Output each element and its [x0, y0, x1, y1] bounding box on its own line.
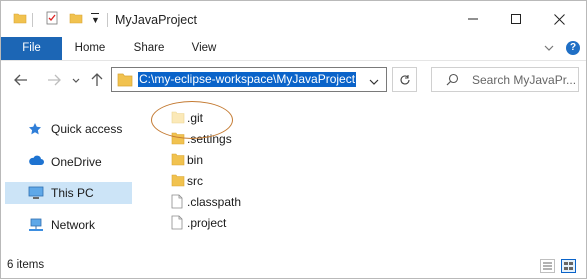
status-bar: 6 items — [1, 255, 586, 278]
maximize-button[interactable] — [494, 7, 538, 31]
large-icons-view-icon — [564, 262, 573, 270]
sidebar-item-label: OneDrive — [51, 155, 102, 169]
back-arrow-icon[interactable] — [14, 73, 28, 89]
search-placeholder: Search MyJavaPr... — [472, 73, 577, 87]
close-icon — [553, 13, 565, 25]
window-title: MyJavaProject — [115, 13, 197, 27]
title-divider — [107, 13, 108, 27]
minimize-button[interactable] — [451, 7, 495, 31]
properties-icon[interactable] — [45, 11, 59, 28]
computer-icon — [28, 186, 44, 203]
search-input[interactable]: Search MyJavaPr... — [431, 67, 579, 92]
sidebar-item-label: This PC — [51, 186, 94, 200]
details-view-icon — [543, 262, 552, 270]
minimize-icon — [468, 18, 478, 20]
sidebar-item-network[interactable]: Network — [5, 214, 132, 236]
refresh-icon — [399, 74, 410, 84]
navigation-bar: C:\my-eclipse-workspace\MyJavaProject Se… — [1, 61, 586, 101]
file-icon — [171, 194, 183, 212]
title-bar: ▼ MyJavaProject — [1, 1, 586, 37]
file-name: src — [187, 174, 203, 188]
recent-locations-icon[interactable] — [72, 76, 80, 86]
folder-icon — [171, 173, 185, 190]
search-icon — [446, 73, 459, 89]
tab-share[interactable]: Share — [132, 37, 166, 60]
sidebar-item-label: Quick access — [51, 122, 123, 136]
customize-toolbar-icon[interactable]: ▼ — [91, 13, 100, 25]
address-path[interactable]: C:\my-eclipse-workspace\MyJavaProject — [138, 72, 357, 87]
help-icon[interactable]: ? — [566, 41, 580, 55]
file-name: bin — [187, 153, 204, 167]
sidebar-item-label: Network — [51, 218, 96, 232]
close-button[interactable] — [537, 7, 581, 31]
navigation-pane: Quick access OneDrive This PC Network — [1, 101, 141, 251]
refresh-button[interactable] — [392, 67, 417, 92]
highlight-annotation — [151, 101, 233, 139]
maximize-icon — [511, 14, 521, 24]
file-icon — [171, 215, 183, 233]
file-name: .classpath — [187, 195, 242, 209]
star-icon — [28, 122, 42, 139]
file-name: .project — [187, 216, 227, 230]
file-explorer-window: ▼ MyJavaProject File Home Share View ? C… — [0, 0, 587, 279]
item-count: 6 items — [7, 259, 45, 271]
folder-icon[interactable] — [13, 11, 27, 28]
expand-ribbon-icon[interactable] — [543, 42, 555, 56]
large-icons-view-button[interactable] — [561, 259, 576, 273]
sidebar-item-quick-access[interactable]: Quick access — [5, 118, 132, 140]
sidebar-item-this-pc[interactable]: This PC — [5, 182, 132, 204]
address-bar[interactable]: C:\my-eclipse-workspace\MyJavaProject — [111, 67, 387, 92]
ribbon-tabs: File Home Share View ? — [1, 37, 586, 61]
chevron-down-icon[interactable] — [369, 75, 379, 89]
folder-icon — [171, 152, 185, 169]
network-icon — [28, 218, 44, 235]
new-folder-icon[interactable] — [69, 11, 83, 28]
toolbar-divider — [32, 13, 33, 27]
forward-arrow-icon[interactable] — [47, 73, 61, 89]
folder-icon — [117, 72, 133, 90]
tab-view[interactable]: View — [189, 37, 219, 60]
tab-file[interactable]: File — [1, 37, 62, 60]
tab-home[interactable]: Home — [73, 37, 107, 60]
cloud-icon — [28, 155, 44, 170]
details-view-button[interactable] — [540, 259, 555, 273]
up-arrow-icon[interactable] — [91, 73, 103, 90]
sidebar-item-onedrive[interactable]: OneDrive — [5, 151, 132, 173]
